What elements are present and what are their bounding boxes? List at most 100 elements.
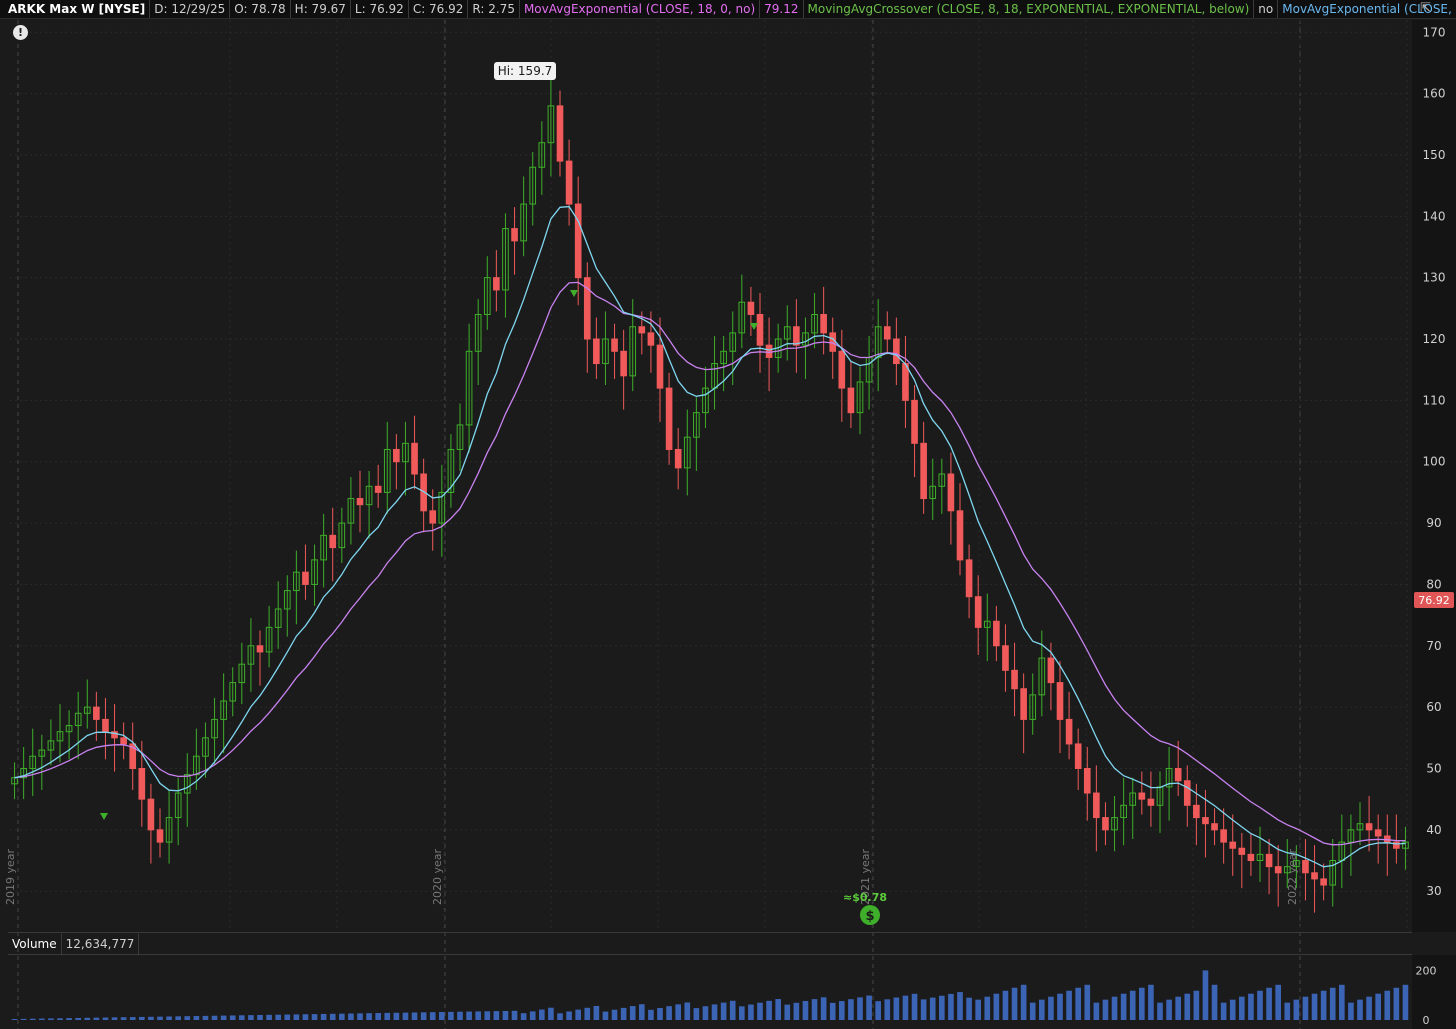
candle-body <box>356 498 364 506</box>
volume-bar <box>1066 990 1072 1020</box>
collapse-icon[interactable]: ⇱ <box>1420 1 1434 17</box>
volume-title: Volume <box>8 934 62 954</box>
volume-bar <box>1229 999 1236 1020</box>
candle-body <box>647 332 655 346</box>
candle-body <box>138 767 146 800</box>
volume-bar <box>866 995 872 1020</box>
crossover-study-value: no <box>1254 0 1279 18</box>
candle-body <box>1247 853 1255 862</box>
candle-body <box>156 829 164 843</box>
candle-body <box>593 338 600 365</box>
candle-body <box>493 277 500 291</box>
volume-bar <box>639 1004 645 1020</box>
volume-bar <box>320 1013 327 1020</box>
volume-bar <box>929 997 936 1020</box>
volume-bar <box>1102 999 1109 1020</box>
volume-bar <box>511 1010 518 1020</box>
symbol-label[interactable]: ARKK Max W [NYSE] <box>0 0 151 18</box>
candle-body <box>993 620 1000 647</box>
volume-bar <box>611 1009 618 1020</box>
candle-body <box>120 737 127 745</box>
chart-grid <box>10 20 1410 1029</box>
volume-bar <box>1284 1002 1291 1020</box>
volume-value: 12,634,777 <box>62 934 140 954</box>
pane-separator <box>8 932 1412 933</box>
volume-bar <box>220 1015 227 1020</box>
volume-bar <box>884 999 891 1020</box>
volume-bar <box>1057 993 1063 1020</box>
price-tick-label: 140 <box>1423 209 1446 223</box>
volume-bar <box>1184 993 1191 1020</box>
candle-body <box>1083 767 1091 794</box>
volume-bar <box>184 1016 191 1020</box>
volume-bar <box>766 1000 772 1020</box>
volume-bar <box>211 1015 218 1020</box>
volume-bar <box>1029 1002 1036 1020</box>
candle-body <box>1302 860 1309 874</box>
ema18-study-label[interactable]: MovAvgExponential (CLOSE, 18, 0, no) <box>520 0 761 18</box>
volume-bar <box>629 1006 636 1020</box>
price-tick-label: 70 <box>1426 639 1441 653</box>
candle-body <box>93 706 100 720</box>
exclamation-circle-icon[interactable]: ! <box>13 25 28 40</box>
volume-bar <box>1384 990 1391 1020</box>
crossover-study-label[interactable]: MovingAvgCrossover (CLOSE, 8, 18, EXPONE… <box>804 0 1255 18</box>
volume-bar <box>666 1006 672 1020</box>
volume-bar <box>1375 993 1381 1020</box>
candle-body <box>1311 872 1318 880</box>
volume-bar <box>257 1014 263 1020</box>
candle-body <box>1102 817 1109 831</box>
candle-body <box>1138 792 1146 800</box>
low-value: L: 76.92 <box>351 0 409 18</box>
svg-text:76.92: 76.92 <box>1418 594 1450 607</box>
price-tick-label: 150 <box>1423 148 1446 162</box>
volume-bar <box>148 1016 154 1020</box>
candle-body <box>1020 688 1027 720</box>
volume-bar <box>820 997 827 1020</box>
volume-bar <box>1311 993 1318 1020</box>
volume-bar <box>1148 984 1154 1020</box>
volume-bar <box>1239 996 1245 1020</box>
candle-body <box>1174 767 1182 782</box>
volume-bar <box>302 1014 309 1020</box>
volume-axis: 0 200 <box>1412 955 1456 1029</box>
candle-body <box>1093 792 1100 819</box>
candle-body <box>1265 853 1273 868</box>
volume-bar <box>775 999 781 1020</box>
volume-bar <box>166 1016 172 1020</box>
dividend-marker[interactable]: ≈$0.78 $ <box>843 891 887 925</box>
volume-bar <box>311 1014 318 1020</box>
volume-bars <box>11 970 1409 1020</box>
price-axis[interactable]: 30 40 50 60 70 80 90 100 110 120 130 140 150 160 170 <box>1412 20 1456 932</box>
volume-bar <box>711 1004 718 1020</box>
price-chart[interactable]: 30 40 50 60 70 80 90 100 110 120 130 140 150 160 170 0… <box>0 0 1456 1029</box>
pane-separator <box>8 954 1412 955</box>
candle-body <box>893 338 900 365</box>
volume-bar <box>229 1015 236 1020</box>
candle-body <box>829 332 837 352</box>
volume-bar <box>966 997 972 1020</box>
volume-bar <box>48 1018 54 1020</box>
volume-bar <box>520 1013 527 1020</box>
high-callout: Hi: 159.7 <box>494 62 556 80</box>
candle-body <box>674 448 682 469</box>
volume-bar <box>66 1018 72 1020</box>
candle-body <box>1065 718 1073 745</box>
volume-bar <box>993 993 1000 1020</box>
volume-bar <box>1075 987 1081 1020</box>
volume-bar <box>275 1014 281 1020</box>
volume-bar <box>284 1014 291 1020</box>
volume-bar <box>584 1007 591 1020</box>
volume-bar <box>1293 999 1300 1020</box>
volume-bar <box>739 1006 745 1020</box>
volume-bar <box>139 1016 145 1020</box>
volume-bar <box>593 1005 600 1020</box>
volume-bar <box>1020 984 1027 1020</box>
volume-bar <box>948 993 954 1020</box>
candle-body <box>620 350 627 377</box>
volume-bar <box>1248 993 1254 1020</box>
volume-bar <box>675 1004 681 1020</box>
volume-bar <box>829 1002 836 1020</box>
volume-bar <box>448 1011 454 1020</box>
volume-bar <box>29 1018 36 1020</box>
